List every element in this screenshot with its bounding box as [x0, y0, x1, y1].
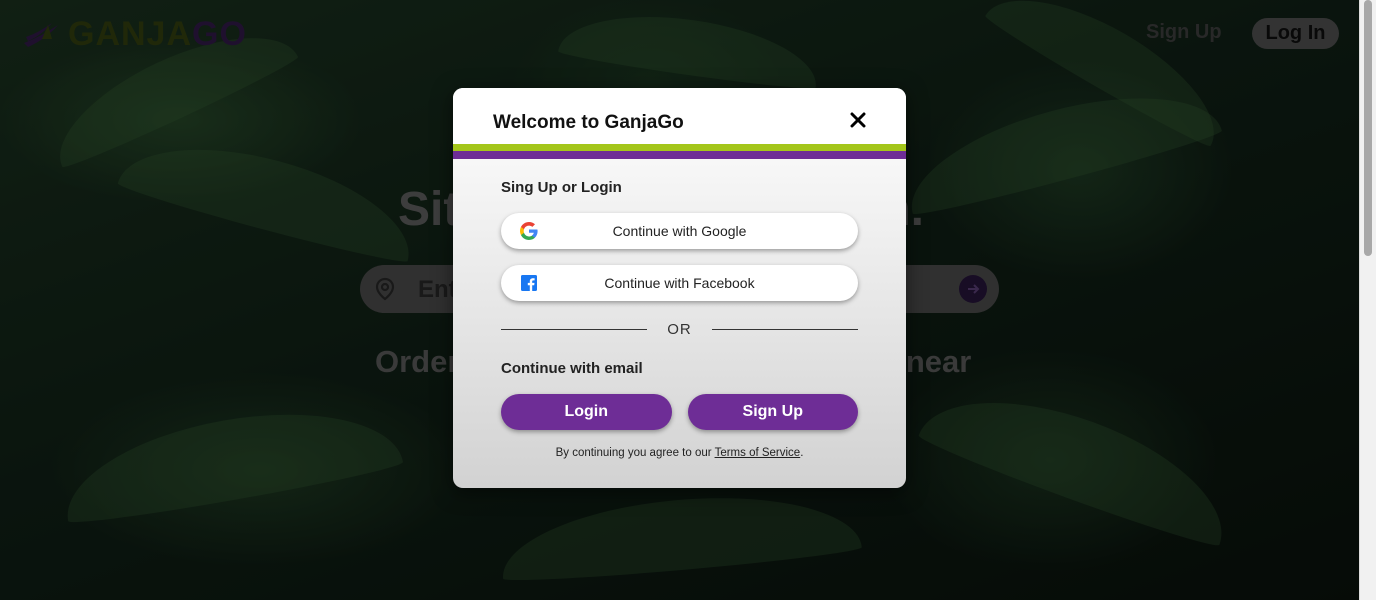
signup-login-heading: Sing Up or Login	[501, 179, 622, 196]
close-icon[interactable]	[850, 112, 866, 128]
welcome-modal: Welcome to GanjaGo Sing Up or Login Cont…	[453, 88, 906, 488]
signup-button[interactable]: Sign Up	[687, 394, 858, 430]
or-divider-line-right	[711, 329, 858, 330]
terms-suffix: .	[800, 447, 804, 459]
continue-with-google-button[interactable]: Continue with Google	[501, 213, 858, 249]
login-button[interactable]: Login	[501, 394, 672, 430]
continue-with-google-label: Continue with Google	[612, 223, 747, 239]
page-scrollbar[interactable]	[1359, 0, 1376, 600]
continue-with-facebook-button[interactable]: Continue with Facebook	[501, 265, 858, 301]
email-auth-buttons: Login Sign Up	[501, 394, 858, 430]
terms-of-service-link[interactable]: Terms of Service	[715, 447, 801, 459]
or-divider: OR	[501, 321, 858, 338]
modal-stripe-green	[453, 144, 906, 151]
terms-notice: By continuing you agree to our Terms of …	[501, 447, 858, 459]
modal-stripe-purple	[453, 151, 906, 159]
terms-prefix: By continuing you agree to our	[555, 447, 715, 459]
modal-header: Welcome to GanjaGo	[453, 88, 906, 144]
modal-title: Welcome to GanjaGo	[493, 112, 684, 133]
scrollbar-thumb[interactable]	[1364, 0, 1372, 256]
or-divider-line-left	[501, 329, 648, 330]
continue-with-email-heading: Continue with email	[501, 360, 643, 377]
or-divider-text: OR	[667, 321, 692, 338]
modal-body: Sing Up or Login Continue with Google Co…	[453, 159, 906, 459]
continue-with-facebook-label: Continue with Facebook	[604, 275, 755, 291]
